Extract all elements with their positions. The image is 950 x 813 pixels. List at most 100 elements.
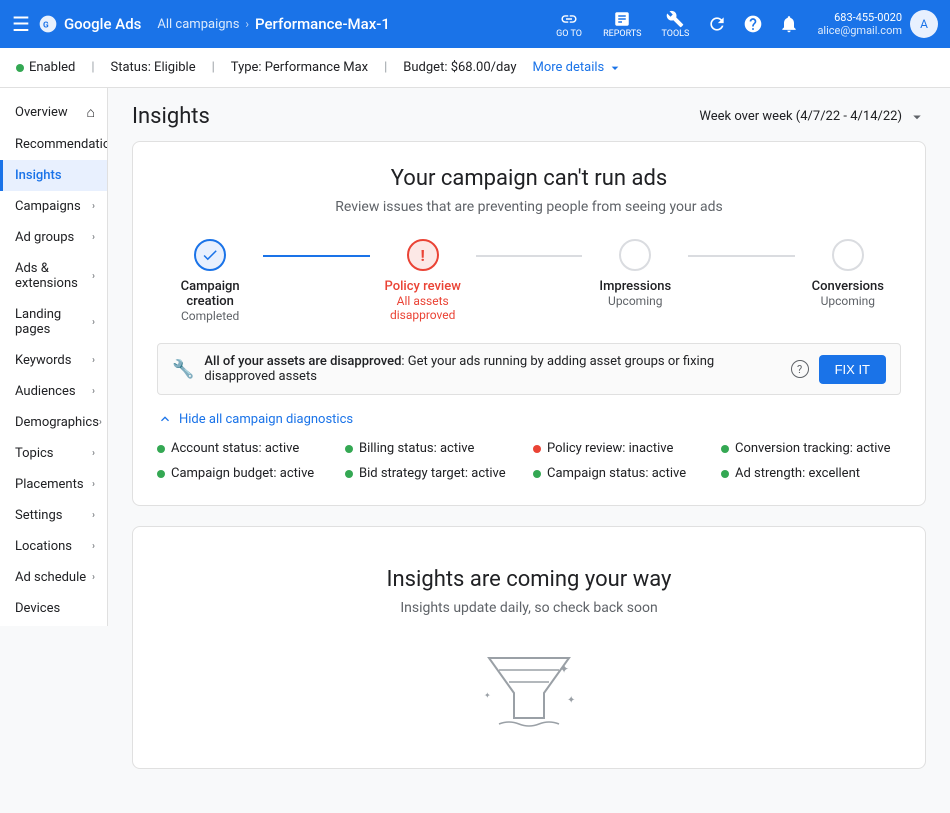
diag-campaign-status: Campaign status: active (533, 466, 713, 481)
diag-account-label: Account status: active (171, 441, 299, 456)
diagnostics-hide-label: Hide all campaign diagnostics (179, 412, 353, 427)
fix-it-button[interactable]: FIX IT (819, 355, 886, 384)
step-label-policy-review: Policy review (385, 279, 461, 294)
diag-bid-label: Bid strategy target: active (359, 466, 506, 481)
settings-label: Settings (15, 508, 62, 523)
sidebar-item-overview[interactable]: Overview ⌂ (0, 96, 107, 129)
diag-policy-review: Policy review: inactive (533, 441, 713, 456)
enabled-label: Enabled (29, 60, 75, 75)
svg-text:G: G (43, 20, 49, 30)
step-sublabel-policy-review: All assets disapproved (370, 294, 476, 322)
sidebar-item-demographics[interactable]: Demographics › (0, 407, 107, 438)
diag-ad-strength-label: Ad strength: excellent (735, 466, 860, 481)
diag-conversion-tracking: Conversion tracking: active (721, 441, 901, 456)
user-avatar[interactable]: A (910, 10, 938, 38)
warning-text: All of your assets are disapproved: Get … (204, 354, 780, 384)
diag-dot-account (157, 445, 165, 453)
sidebar-item-settings[interactable]: Settings › (0, 500, 107, 531)
eligibility-status: Status: Eligible (111, 60, 196, 75)
sidebar-item-topics[interactable]: Topics › (0, 438, 107, 469)
top-navigation: ☰ G Google Ads All campaigns › Performan… (0, 0, 950, 48)
help-circle-icon[interactable]: ? (791, 360, 809, 378)
campaigns-label: Campaigns (15, 199, 81, 214)
diag-dot-budget (157, 470, 165, 478)
step-label-campaign-creation: Campaign creation (157, 279, 263, 309)
all-campaigns-link[interactable]: All campaigns (157, 17, 239, 32)
sidebar-item-recommendations[interactable]: Recommendations (0, 129, 107, 160)
topics-label: Topics (15, 446, 54, 461)
sidebar-item-locations[interactable]: Locations › (0, 531, 107, 562)
overview-label: Overview (15, 105, 68, 120)
step-label-conversions: Conversions (812, 279, 884, 294)
diagnostics-toggle[interactable]: Hide all campaign diagnostics (157, 411, 901, 427)
more-details-button[interactable]: More details (532, 60, 623, 76)
step-circle-upcoming-1 (619, 239, 651, 271)
reports-button[interactable]: REPORTS (595, 6, 649, 43)
step-circle-error: ! (407, 239, 439, 271)
cant-run-subtitle: Review issues that are preventing people… (157, 199, 901, 215)
notifications-button[interactable] (773, 8, 805, 40)
step-line-3 (688, 255, 794, 257)
placements-label: Placements (15, 477, 84, 492)
placements-chevron: › (92, 479, 95, 490)
diag-billing-label: Billing status: active (359, 441, 474, 456)
help-button[interactable] (737, 8, 769, 40)
campaigns-chevron: › (92, 201, 95, 212)
status-sep-2: | (212, 60, 215, 75)
step-label-impressions: Impressions (599, 279, 671, 294)
collapse-icon (157, 411, 173, 427)
sidebar-item-audiences[interactable]: Audiences › (0, 376, 107, 407)
page-title: Insights (132, 104, 210, 129)
sidebar-item-keywords[interactable]: Keywords › (0, 345, 107, 376)
sidebar-item-ads-extensions[interactable]: Ads & extensions › (0, 253, 107, 299)
topics-chevron: › (92, 448, 95, 459)
user-email: alice@gmail.com (817, 24, 902, 37)
error-icon: ! (421, 246, 425, 265)
breadcrumb-chevron: › (245, 17, 249, 31)
ad-schedule-label: Ad schedule (15, 570, 86, 585)
sidebar-item-placements[interactable]: Placements › (0, 469, 107, 500)
step-policy-review: ! Policy review All assets disapproved (370, 239, 476, 322)
tools-button[interactable]: TOOLS (653, 6, 697, 43)
wrench-icon: 🔧 (172, 359, 194, 380)
devices-label: Devices (15, 601, 60, 616)
checkmark-icon (201, 246, 219, 264)
calendar-icon (908, 108, 926, 126)
page-header: Insights Week over week (4/7/22 - 4/14/2… (132, 88, 926, 141)
insights-coming-subtitle: Insights update daily, so check back soo… (157, 600, 901, 616)
sidebar-item-ad-schedule[interactable]: Ad schedule › (0, 562, 107, 593)
user-phone: 683-455-0020 (834, 11, 902, 24)
recommendations-label: Recommendations (15, 137, 108, 152)
refresh-button[interactable] (701, 8, 733, 40)
menu-icon[interactable]: ☰ (12, 12, 30, 36)
ads-extensions-label: Ads & extensions (15, 261, 92, 291)
status-bar: Enabled | Status: Eligible | Type: Perfo… (0, 48, 950, 88)
sidebar-item-campaigns[interactable]: Campaigns › (0, 191, 107, 222)
sidebar-item-insights[interactable]: Insights (0, 160, 107, 191)
keywords-label: Keywords (15, 353, 71, 368)
diag-dot-conversion (721, 445, 729, 453)
logo-text: Google Ads (64, 15, 141, 33)
cant-run-title: Your campaign can't run ads (157, 166, 901, 191)
svg-text:✦: ✦ (567, 695, 575, 706)
step-sublabel-conversions: Upcoming (821, 294, 875, 308)
diag-bid-strategy: Bid strategy target: active (345, 466, 525, 481)
step-circle-upcoming-2 (832, 239, 864, 271)
main-layout: Overview ⌂ Recommendations Insights Camp… (0, 88, 950, 813)
diag-dot-billing (345, 445, 353, 453)
insights-coming-title: Insights are coming your way (157, 567, 901, 592)
breadcrumb: All campaigns › Performance-Max-1 (157, 15, 390, 33)
goto-button[interactable]: GO TO (547, 6, 591, 43)
warning-strong: All of your assets are disapproved (204, 354, 401, 369)
diag-billing-status: Billing status: active (345, 441, 525, 456)
demographics-chevron: › (99, 417, 102, 428)
locations-label: Locations (15, 539, 72, 554)
status-sep-3: | (384, 60, 387, 75)
home-icon: ⌂ (87, 104, 95, 121)
step-campaign-creation: Campaign creation Completed (157, 239, 263, 323)
ad-groups-chevron: › (92, 232, 95, 243)
date-range-selector[interactable]: Week over week (4/7/22 - 4/14/22) (699, 108, 926, 126)
sidebar-item-ad-groups[interactable]: Ad groups › (0, 222, 107, 253)
sidebar-item-landing-pages[interactable]: Landing pages › (0, 299, 107, 345)
sidebar-item-devices[interactable]: Devices (0, 593, 107, 624)
